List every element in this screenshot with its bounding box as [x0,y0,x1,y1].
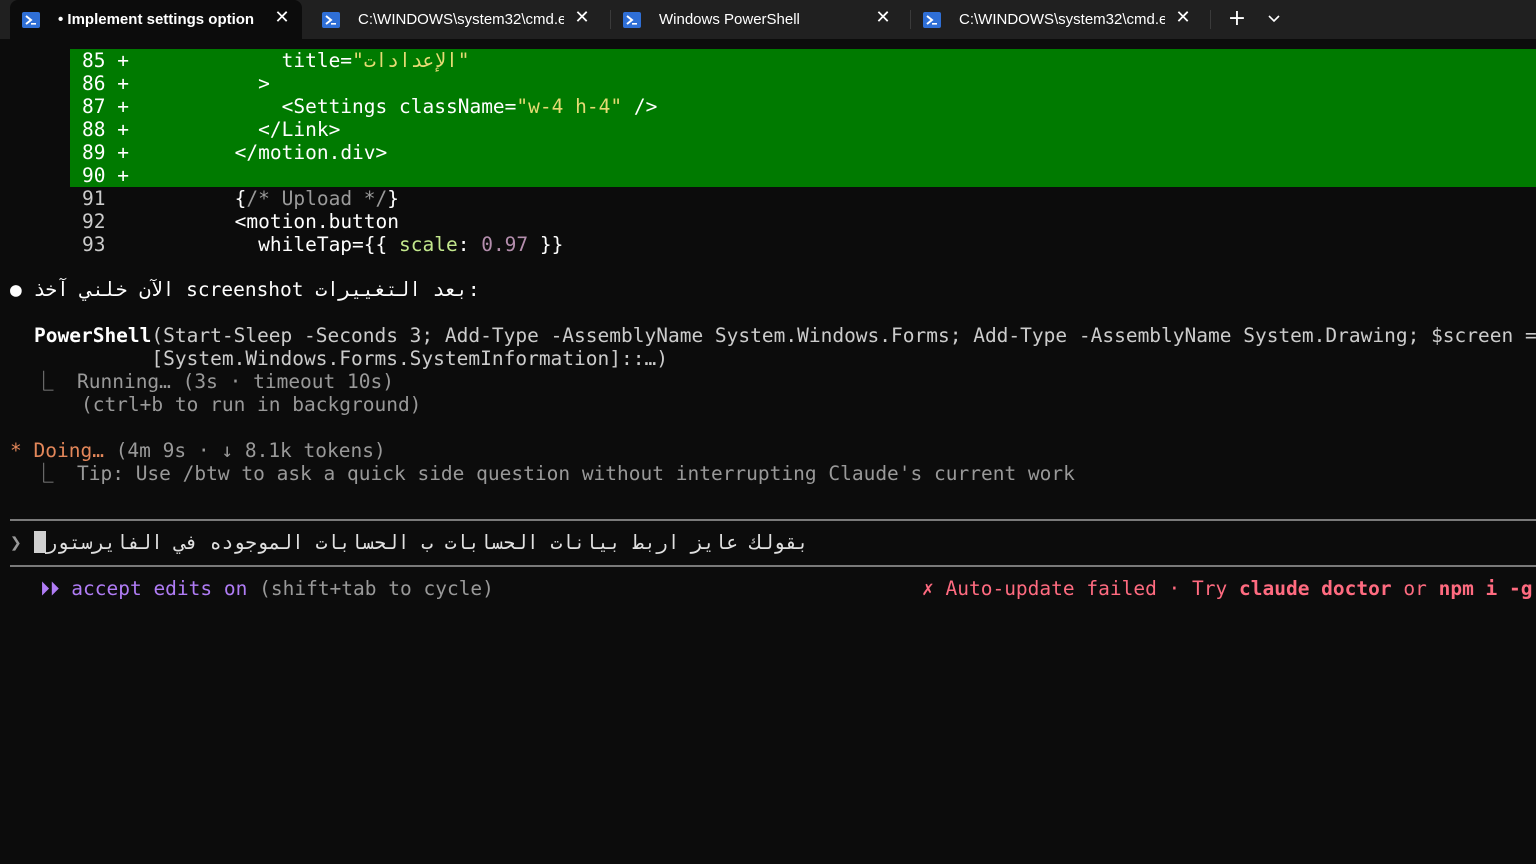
diff-sign [117,210,129,233]
diff-sign [117,233,129,256]
code-token: whileTap={{ [258,233,400,256]
tip-line: ⎿ Tip: Use /btw to ask a quick side ques… [34,462,1075,485]
tool-name: PowerShell [34,324,152,347]
powershell-icon [322,11,340,28]
tab-cmd-2[interactable]: C:\WINDOWS\system32\cmd.e ✕ [911,0,1211,39]
tree-branch-icon: ⎿ [34,370,54,393]
tab-label: • Implement settings option · [58,11,258,28]
tree-branch-icon: ⎿ [34,462,54,485]
line-number: 90 [82,164,106,187]
diff-line: 91 {/* Upload */} [82,187,399,210]
close-icon[interactable]: ✕ [875,9,891,27]
progress-detail: (4m 9s · ↓ 8.1k tokens) [103,439,386,462]
code-token: <Settings className= [281,95,517,118]
error-text: Auto-update failed · Try [933,577,1239,600]
tab-label: Windows PowerShell [659,11,800,28]
powershell-icon [623,11,641,28]
code-token: { [234,187,247,210]
diff-sign: + [117,141,129,164]
mode-label: accept edits on [71,577,248,600]
new-tab-button[interactable]: + [1226,8,1248,30]
line-number: 89 [82,141,106,164]
fast-forward-icon: ⏵⏵ [40,577,60,600]
progress-label: Doing… [33,439,104,462]
prompt-input[interactable]: بقولك عايز اربط بيانات الحسابات ب الحساب… [46,531,809,554]
prompt-line: ❯ بقولك عايز اربط بيانات الحسابات ب الحس… [10,531,809,554]
diff-sign: + [117,72,129,95]
powershell-icon [923,11,941,28]
tool-args: (Start-Sleep -Seconds 3; Add-Type -Assem… [151,324,1536,347]
tab-cmd-1[interactable]: C:\WINDOWS\system32\cmd.e ✕ [310,0,610,39]
line-number: 87 [82,95,106,118]
mode-indicator: ⏵⏵ accept edits on (shift+tab to cycle) [40,577,494,600]
assistant-message: ● الآن خلني آخذ screenshot بعد التغييرات… [10,278,480,301]
diff-sign: + [117,164,129,187]
error-or: or [1391,577,1439,600]
close-icon[interactable]: ✕ [274,9,290,27]
line-number: 92 [82,210,106,233]
diff-line: 85 + title="الإعدادات" [82,49,469,72]
spinner-star-icon: * [10,439,22,462]
message-text: الآن خلني آخذ screenshot بعد التغييرات: [33,278,480,301]
code-token: <motion.button [234,210,400,233]
diff-line: 87 + <Settings className="w-4 h-4" /> [82,95,657,118]
line-number: 85 [82,49,106,72]
diff-line: 90 + [82,164,141,187]
code-token: /* Upload */ [246,187,388,210]
diff-line: 88 + </Link> [82,118,340,141]
cmd-npm-install: npm i -g [1438,577,1533,600]
code-token: title= [281,49,353,72]
diff-sign: + [117,49,129,72]
tab-divider [1210,10,1211,29]
code-token: "الإعدادات" [352,49,470,72]
tab-windows-powershell[interactable]: Windows PowerShell ✕ [611,0,911,39]
tab-label: C:\WINDOWS\system32\cmd.e [959,11,1165,28]
line-number: 86 [82,72,106,95]
diff-line: 89 + </motion.div> [82,141,387,164]
bullet-icon: ● [10,278,22,301]
text-cursor [33,531,46,553]
code-token: </Link> [258,118,341,141]
code-token: scale [399,233,458,256]
cmd-claude-doctor: claude doctor [1239,577,1392,600]
code-token: /> [622,95,658,118]
line-number: 93 [82,233,106,256]
diff-sign [117,187,129,210]
diff-sign: + [117,118,129,141]
tab-bar: • Implement settings option · ✕ C:\WINDO… [0,0,1536,39]
tool-status-text: Running… (3s · timeout 10s) [53,370,394,393]
code-token: "w-4 h-4" [516,95,623,118]
terminal-pane[interactable]: 85 + title="الإعدادات" 86 + >87 + <Settin… [0,39,1536,864]
diff-line: 86 + > [82,72,270,95]
code-token: } [387,187,400,210]
tip-text: Tip: Use /btw to ask a quick side questi… [53,462,1075,485]
code-token: </motion.div> [234,141,388,164]
diff-sign: + [117,95,129,118]
code-token: : [457,233,482,256]
chevron-down-icon[interactable] [1266,10,1282,26]
update-error: ✗ Auto-update failed · Try claude doctor… [922,577,1533,600]
code-token: > [258,72,270,95]
progress-line: * Doing… (4m 9s · ↓ 8.1k tokens) [10,439,386,462]
tool-status: ⎿ Running… (3s · timeout 10s) [34,370,394,393]
tool-call-line-2: [System.Windows.Forms.SystemInformation]… [34,347,668,370]
prompt-bottom-border [10,565,1536,567]
error-x-icon: ✗ [922,577,934,600]
diff-line: 92 <motion.button [82,210,399,233]
line-number: 88 [82,118,106,141]
close-icon[interactable]: ✕ [574,9,590,27]
tab-implement-settings[interactable]: • Implement settings option · ✕ [10,0,302,39]
tab-label: C:\WINDOWS\system32\cmd.e [358,11,564,28]
prompt-chevron-icon: ❯ [10,531,22,554]
code-token: 0.97 [481,233,529,256]
line-number: 91 [82,187,106,210]
tool-hint: (ctrl+b to run in background) [34,393,422,416]
code-token: }} [528,233,564,256]
prompt-top-border [10,519,1536,521]
close-icon[interactable]: ✕ [1175,9,1191,27]
powershell-icon [22,11,40,28]
diff-line: 93 whileTap={{ scale: 0.97 }} [82,233,563,256]
tool-call-line-1: PowerShell(Start-Sleep -Seconds 3; Add-T… [34,324,1536,347]
mode-hint: (shift+tab to cycle) [247,577,494,600]
